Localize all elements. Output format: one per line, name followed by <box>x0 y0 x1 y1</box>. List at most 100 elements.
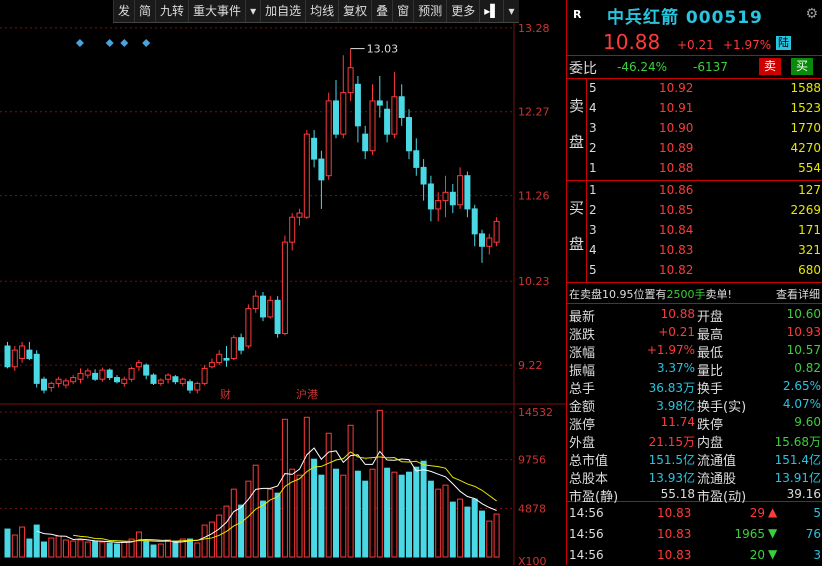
toolbar-item[interactable]: 简 <box>134 0 155 22</box>
view-detail-link[interactable]: 查看详细 <box>776 286 820 302</box>
candle-body <box>230 337 237 359</box>
book-level[interactable]: 2 10.89 4270 <box>567 139 822 158</box>
toolbar-item[interactable]: 九转 <box>155 0 188 22</box>
book-level[interactable]: 5 10.92 1588 <box>567 79 822 98</box>
candle-body <box>479 233 485 247</box>
candle-body <box>267 299 274 318</box>
book-level[interactable]: 2 10.85 2269 <box>567 201 822 220</box>
stat-value: 36.83万 <box>648 381 695 395</box>
book-level[interactable]: 4 10.91 1523 <box>567 99 822 118</box>
candle-body <box>77 372 84 380</box>
tick-time: 14:56 <box>569 527 604 541</box>
candle-body <box>208 362 215 368</box>
stat-key: 最高 <box>697 328 724 343</box>
volume-tick-label: X100 <box>518 555 547 565</box>
stat-key: 流通值 <box>697 454 737 469</box>
volume-bar <box>77 539 84 558</box>
book-level[interactable]: 3 10.84 171 <box>567 221 822 240</box>
tick-price: 10.83 <box>657 506 692 520</box>
candle-body <box>11 349 18 368</box>
candle-body <box>274 299 281 335</box>
volume-bar <box>493 513 500 558</box>
gear-icon[interactable]: ⚙ <box>805 6 818 22</box>
weibi-label: 委比 <box>569 61 597 77</box>
toolbar-item[interactable]: 预测 <box>413 0 446 22</box>
price-tick-label: 12.27 <box>518 106 550 119</box>
sell-button[interactable]: 卖 <box>759 58 782 75</box>
toolbar-item[interactable]: 发 <box>113 0 134 22</box>
stat-row: 涨跌 +0.21 最高 10.93 <box>567 324 822 343</box>
book-level[interactable]: 4 10.83 321 <box>567 241 822 260</box>
book-level[interactable]: 5 10.82 680 <box>567 261 822 280</box>
price-change-pct: +1.97% <box>723 38 772 52</box>
stat-value: 3.98亿 <box>656 399 695 413</box>
candle-body <box>99 369 106 380</box>
toolbar-item[interactable]: ▾ <box>503 0 518 22</box>
stat-key: 换手 <box>697 382 724 397</box>
volume-bar <box>143 540 150 558</box>
price-row: 10.88 +0.21 +1.97% 陆 <box>567 30 822 56</box>
event-diamond-icon <box>120 39 129 47</box>
book-level[interactable]: 1 10.86 127 <box>567 181 822 200</box>
stat-row: 总股本 13.93亿 流通股 13.91亿 <box>567 468 822 487</box>
candle-body <box>384 108 391 135</box>
weibi-diff: -6137 <box>693 60 728 74</box>
volume-bar <box>457 498 464 558</box>
toolbar-item[interactable]: ▸▌ <box>479 0 503 22</box>
volume-bar <box>347 424 354 558</box>
toolbar-item[interactable]: 复权 <box>338 0 371 22</box>
volume-bar <box>187 538 193 558</box>
candle-body <box>216 353 223 364</box>
candle-body <box>157 379 164 384</box>
stat-key: 涨跌 <box>569 328 596 343</box>
toolbar-item[interactable]: 叠 <box>371 0 392 22</box>
stat-key: 最低 <box>697 346 724 361</box>
candle-body <box>92 372 99 380</box>
candle-body <box>420 166 427 185</box>
stat-row: 金额 3.98亿 换手(实) 4.07% <box>567 396 822 415</box>
stat-value: 10.93 <box>786 325 821 339</box>
candle-body <box>333 100 339 135</box>
stat-key: 最新 <box>569 310 596 325</box>
toolbar-item[interactable]: 重大事件 <box>188 0 245 22</box>
stat-value: +1.97% <box>646 343 695 357</box>
tick-count: 5 <box>813 506 821 520</box>
volume-bar <box>84 541 91 558</box>
level-price: 10.86 <box>659 183 694 197</box>
high-price-label: 13.03 <box>367 43 399 56</box>
volume-bar <box>318 474 325 558</box>
quote-panel: R 中兵红箭 000519 ⚙ 10.88 +0.21 +1.97% 陆 委比 … <box>566 0 822 565</box>
toolbar-item[interactable]: ▾ <box>245 0 260 22</box>
volume-bar <box>208 521 215 558</box>
stat-key: 总市值 <box>569 454 609 469</box>
book-level[interactable]: 1 10.88 554 <box>567 159 822 178</box>
kline-chart-panel[interactable]: 13.28 12.27 11.26 10.23 9.22 14532 9756 4878 X10… <box>0 0 566 565</box>
volume-bar <box>303 416 310 558</box>
candle-body <box>4 345 11 368</box>
stat-value: 15.68万 <box>774 435 821 449</box>
tick-price: 10.83 <box>657 548 692 562</box>
volume-bar <box>121 541 128 558</box>
stat-key: 量比 <box>697 364 724 379</box>
volume-bar <box>150 544 157 558</box>
event-diamond-icon <box>75 39 84 47</box>
volume-bar <box>391 471 398 558</box>
volume-bar <box>435 488 442 558</box>
r-badge: R <box>573 8 582 21</box>
level-qty: 4270 <box>790 141 821 155</box>
kline-chart[interactable]: 13.28 12.27 11.26 10.23 9.22 14532 9756 4878 X10… <box>0 0 566 565</box>
level-qty: 554 <box>798 161 821 175</box>
toolbar-item[interactable]: 更多 <box>446 0 479 22</box>
candle-body <box>325 100 332 177</box>
buy-button[interactable]: 买 <box>791 58 814 75</box>
candle-body <box>165 374 172 380</box>
toolbar-item[interactable]: 加自选 <box>260 0 305 22</box>
toolbar-item[interactable]: 窗 <box>392 0 413 22</box>
candle-body <box>406 117 412 152</box>
stat-key: 振幅 <box>569 364 596 379</box>
book-level[interactable]: 3 10.90 1770 <box>567 119 822 138</box>
volume-bar <box>311 458 318 558</box>
candle-body <box>84 370 91 376</box>
toolbar-item[interactable]: 均线 <box>305 0 338 22</box>
tick-row: 14:56 10.83 29 ▲ 5 <box>567 502 822 522</box>
